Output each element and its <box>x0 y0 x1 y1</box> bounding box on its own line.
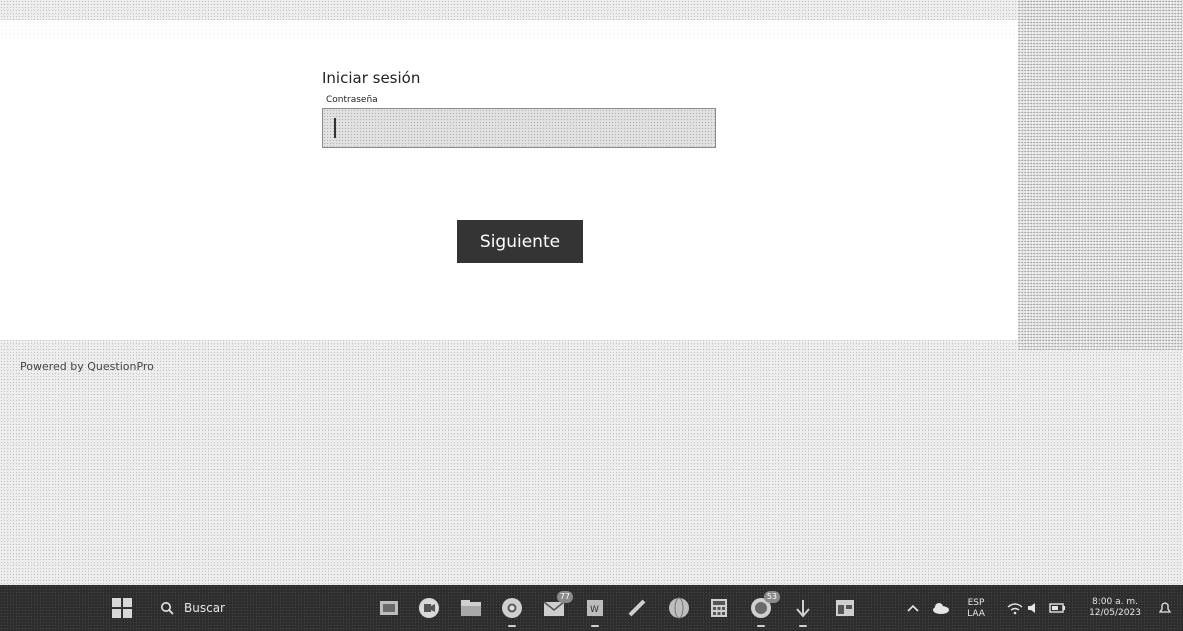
language-indicator[interactable]: ESP LAA <box>963 598 989 620</box>
mail-icon[interactable]: 77 <box>541 591 573 621</box>
acrobat-icon[interactable] <box>790 595 816 627</box>
clock-date: 12/05/2023 <box>1089 608 1141 618</box>
whatsapp-icon[interactable]: 53 <box>748 591 780 627</box>
search-icon <box>161 602 174 615</box>
password-input[interactable] <box>322 108 716 148</box>
svg-text:W: W <box>590 605 599 615</box>
next-button[interactable]: Siguiente <box>457 220 583 263</box>
pen-icon[interactable] <box>624 595 650 621</box>
search-label: Buscar <box>184 601 225 615</box>
file-explorer-icon[interactable] <box>458 595 484 621</box>
mail-badge: 77 <box>556 591 573 603</box>
card-top-texture <box>0 20 1018 38</box>
text-caret <box>334 118 336 138</box>
running-indicator <box>591 625 599 627</box>
clock-time: 8:00 a. m. <box>1092 597 1138 607</box>
language-code: ESP <box>967 598 985 608</box>
powered-by-text[interactable]: Powered by QuestionPro <box>20 360 154 373</box>
taskbar: Buscar 77 W 53 ESP LAA 8:00 a. m. 12/05/… <box>0 585 1183 631</box>
running-indicator <box>799 625 807 627</box>
whatsapp-badge: 53 <box>763 591 780 603</box>
running-indicator <box>508 625 516 627</box>
app-window-icon[interactable] <box>832 595 858 621</box>
login-title: Iniciar sesión <box>322 69 421 87</box>
background-texture <box>1018 0 1183 350</box>
clock[interactable]: 8:00 a. m. 12/05/2023 <box>1080 597 1150 619</box>
task-view-icon[interactable] <box>376 595 402 621</box>
windows-start-icon[interactable] <box>112 598 132 618</box>
login-card <box>0 20 1018 340</box>
calculator-icon[interactable] <box>706 595 732 621</box>
word-icon[interactable]: W <box>582 595 608 627</box>
password-label: Contraseña <box>326 95 378 105</box>
cloud-icon[interactable] <box>928 595 954 621</box>
battery-icon[interactable] <box>1044 595 1070 621</box>
keyboard-layout: LAA <box>967 609 985 619</box>
globe-icon[interactable] <box>666 595 692 621</box>
running-indicator <box>757 625 765 627</box>
chrome-icon[interactable] <box>499 595 525 627</box>
video-call-icon[interactable] <box>416 595 442 621</box>
chevron-up-icon[interactable] <box>900 595 926 621</box>
taskbar-search-button[interactable]: Buscar <box>160 597 225 619</box>
notification-bell-icon[interactable] <box>1152 595 1178 621</box>
